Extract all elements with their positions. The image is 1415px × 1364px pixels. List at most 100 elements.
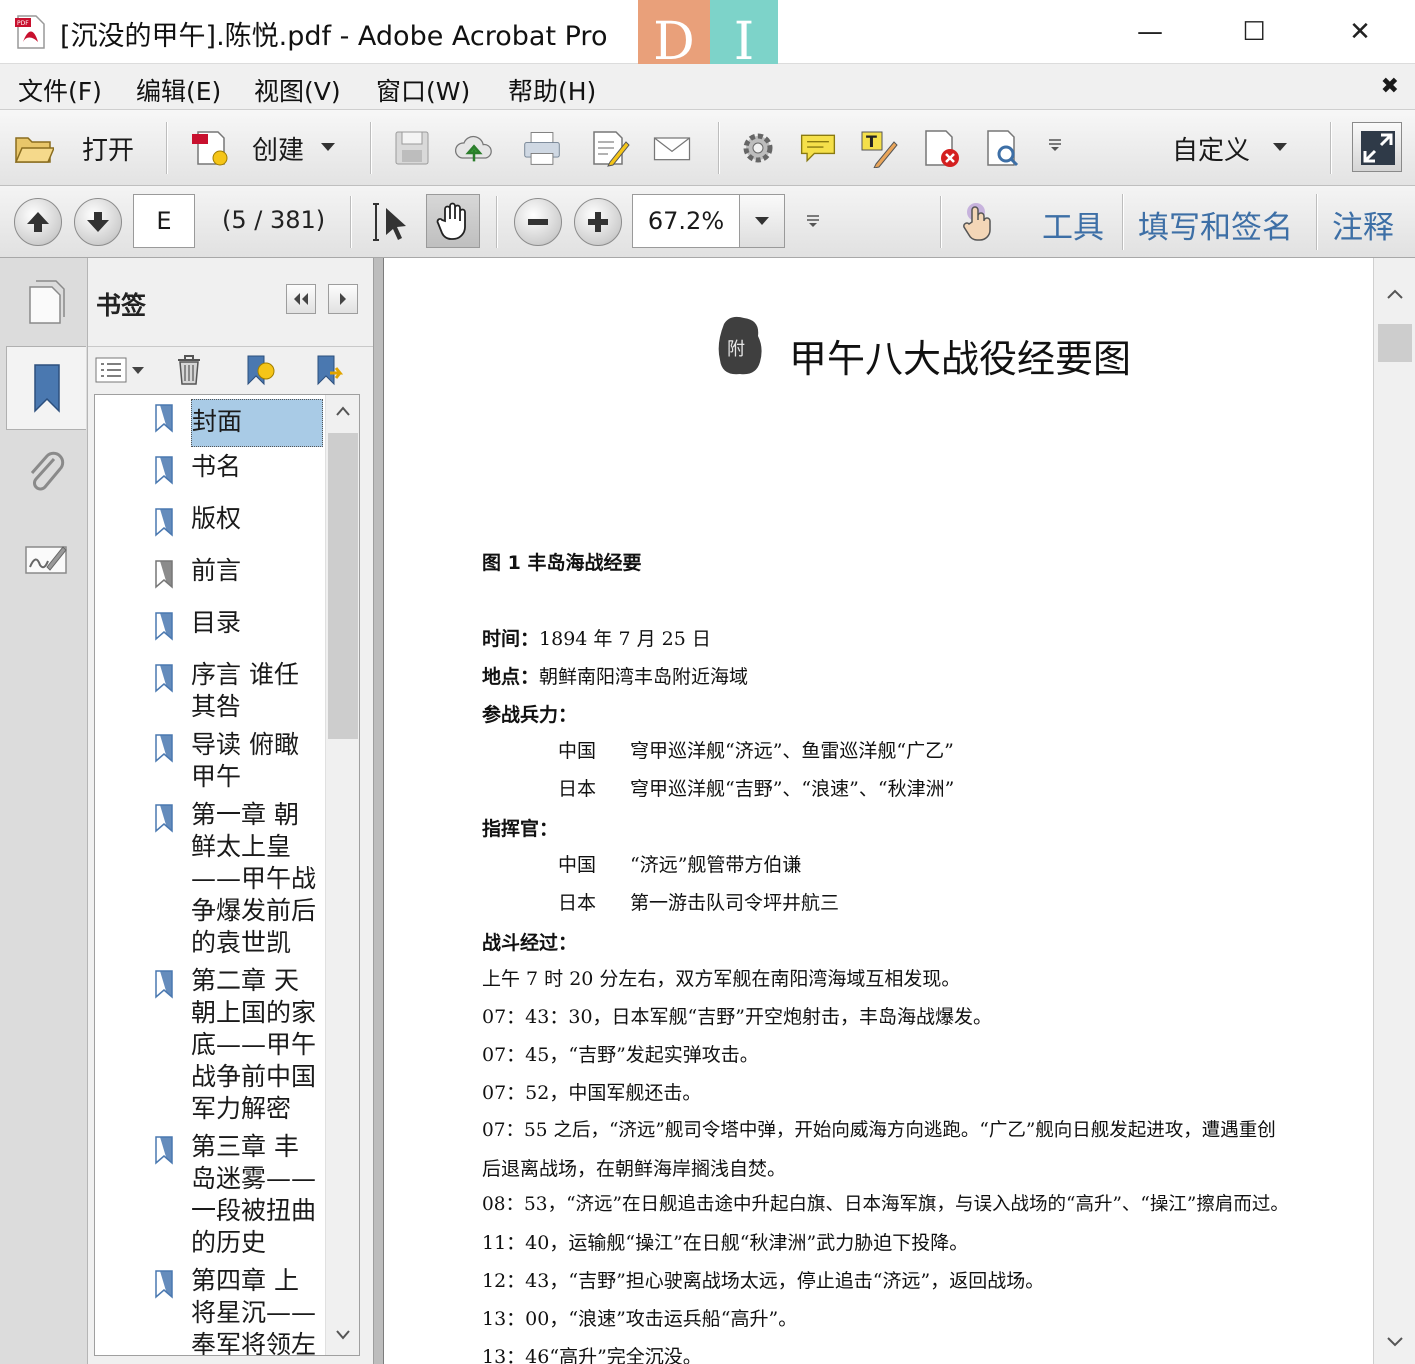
bookmark-item[interactable]: 封面	[95, 399, 325, 447]
bookmark-scroll-thumb[interactable]	[328, 433, 358, 739]
text-highlight-icon[interactable]: T	[860, 128, 900, 168]
commander-cn: “济远”舰管带方伯谦	[630, 854, 802, 876]
document-page: 附 甲午八大战役经要图 图 1 丰岛海战经要 时间：1894 年 7 月 25 …	[383, 258, 1373, 1364]
page-number-input[interactable]: E	[133, 194, 195, 248]
toolbar-overflow-icon[interactable]	[1048, 138, 1062, 152]
save-icon[interactable]	[392, 128, 432, 168]
bookmark-label: 书名	[191, 452, 242, 481]
collapse-panel-button[interactable]	[286, 284, 316, 314]
navigation-toolbar: E (5 / 381) 67.2% 工具 填写和签名 注释	[0, 186, 1415, 258]
mail-icon[interactable]	[652, 128, 692, 168]
panel-splitter[interactable]	[373, 258, 383, 1364]
close-button[interactable]: ✕	[1330, 10, 1390, 54]
bookmark-label: 封面	[191, 399, 323, 447]
zoom-input[interactable]: 67.2%	[632, 194, 740, 248]
time-row: 时间：1894 年 7 月 25 日	[482, 628, 711, 650]
bookmark-item[interactable]: 第二章 天朝上国的家底——甲午战争前中国军力解密	[95, 965, 325, 1129]
bookmark-item[interactable]: 目录	[95, 607, 325, 647]
cloud-upload-icon[interactable]	[454, 128, 494, 168]
expand-bookmark-icon[interactable]	[312, 353, 346, 387]
comment-bubble-icon[interactable]	[798, 128, 838, 168]
chevron-down-icon	[755, 217, 769, 225]
zoom-out-button[interactable]	[514, 198, 562, 246]
new-bookmark-icon[interactable]	[242, 353, 276, 387]
chevron-down-icon[interactable]	[1386, 1336, 1404, 1348]
toolbar-overflow-icon[interactable]	[806, 214, 820, 228]
forces-jp: 穹甲巡洋舰“吉野”、“浪速”、“秋津洲”	[630, 778, 955, 800]
zoom-dropdown[interactable]	[739, 194, 785, 248]
edit-document-icon[interactable]	[590, 128, 630, 168]
comment-pane-link[interactable]: 注释	[1332, 202, 1394, 247]
bookmark-item[interactable]: 版权	[95, 503, 325, 543]
bookmark-label: 版权	[191, 504, 242, 533]
battle-line: 08：53，“济远”在日舰追击途中升起白旗、日本海军旗，与误入战场的“高升”、“…	[482, 1194, 1289, 1215]
title-bar: PDF [沉没的甲午].陈悦.pdf - Adobe Acrobat Pro D…	[0, 0, 1415, 84]
create-pdf-icon	[192, 131, 228, 166]
chevron-up-icon[interactable]	[1386, 288, 1404, 300]
bookmark-item[interactable]: 序言 谁任其咎	[95, 659, 325, 727]
bookmark-icon	[155, 1270, 173, 1299]
chevron-down-icon[interactable]	[335, 1329, 351, 1341]
menu-help[interactable]: 帮助(H)	[508, 72, 596, 108]
previous-page-button[interactable]	[14, 198, 62, 246]
svg-text:PDF: PDF	[17, 20, 29, 27]
trash-icon[interactable]	[174, 353, 204, 387]
bookmark-icon	[155, 804, 173, 833]
pages-icon	[29, 280, 65, 324]
bookmarks-panel-title: 书签	[96, 291, 147, 320]
bookmark-item[interactable]: 第一章 朝鲜太上皇——甲午战争爆发前后的袁世凯	[95, 799, 325, 963]
gear-icon[interactable]	[738, 128, 778, 168]
bookmark-icon	[155, 404, 173, 433]
hand-tool-button[interactable]	[426, 194, 480, 248]
menu-window[interactable]: 窗口(W)	[376, 72, 470, 108]
document-scroll-thumb[interactable]	[1378, 324, 1412, 362]
attachments-tab[interactable]	[6, 432, 86, 516]
svg-text:T: T	[866, 132, 877, 151]
fullscreen-button[interactable]	[1352, 122, 1402, 172]
arrow-up-icon	[27, 212, 49, 232]
signatures-tab[interactable]	[6, 518, 86, 602]
bookmarks-tab[interactable]	[6, 346, 86, 430]
bookmark-item[interactable]: 导读 俯瞰甲午	[95, 729, 325, 797]
next-page-button[interactable]	[74, 198, 122, 246]
panel-options-button[interactable]	[328, 284, 358, 314]
delete-page-icon[interactable]	[922, 128, 962, 168]
menu-file[interactable]: 文件(F)	[18, 72, 102, 108]
bookmark-item[interactable]: 第四章 上将星沉——奉军将领左	[95, 1265, 325, 1355]
tools-pane-link[interactable]: 工具	[1042, 202, 1104, 247]
fill-sign-pane-link[interactable]: 填写和签名	[1138, 202, 1293, 247]
forces-cn: 穹甲巡洋舰“济远”、鱼雷巡洋舰“广乙”	[630, 740, 954, 762]
commander-cn-country: 中国	[558, 854, 597, 876]
battle-line: 12：43，“吉野”担心驶离战场太远，停止追击“济远”，返回战场。	[482, 1270, 1045, 1292]
document-scrollbar[interactable]	[1373, 258, 1415, 1364]
bookmark-icon	[155, 508, 173, 537]
bookmark-item[interactable]: 前言	[95, 555, 325, 595]
chevron-up-icon[interactable]	[335, 405, 351, 417]
select-cursor-icon[interactable]	[372, 200, 412, 244]
commander-label: 指挥官：	[482, 818, 559, 840]
close-document-icon[interactable]: ✖	[1381, 74, 1399, 99]
printer-icon[interactable]	[522, 128, 562, 168]
bookmark-scrollbar[interactable]	[325, 395, 359, 1355]
touch-mode-icon[interactable]	[958, 200, 998, 244]
search-document-icon[interactable]	[984, 128, 1024, 168]
menu-view[interactable]: 视图(V)	[254, 72, 341, 108]
navigation-pane-tabs	[0, 258, 88, 1364]
open-label: 打开	[82, 136, 135, 166]
battle-line: 07：45，“吉野”发起实弹攻击。	[482, 1044, 759, 1066]
maximize-button[interactable]: ☐	[1224, 10, 1284, 54]
page-count: (5 / 381)	[222, 206, 326, 234]
bookmark-label: 第一章 朝鲜太上皇——甲午战争爆发前后的袁世凯	[191, 800, 317, 957]
menu-edit[interactable]: 编辑(E)	[136, 72, 221, 108]
bookmark-options-icon[interactable]	[94, 355, 146, 385]
battle-line: 后退离战场，在朝鲜海岸搁浅自焚。	[482, 1158, 787, 1180]
bookmark-icon	[155, 456, 173, 485]
minimize-button[interactable]: —	[1120, 10, 1180, 54]
chevron-down-icon	[321, 143, 335, 151]
bookmark-item[interactable]: 书名	[95, 451, 325, 491]
bookmark-icon	[155, 1136, 173, 1165]
page-thumbnails-tab[interactable]	[6, 260, 86, 344]
zoom-in-button[interactable]	[574, 198, 622, 246]
bookmark-icon	[155, 664, 173, 693]
bookmark-item[interactable]: 第三章 丰岛迷雾——一段被扭曲的历史	[95, 1131, 325, 1263]
